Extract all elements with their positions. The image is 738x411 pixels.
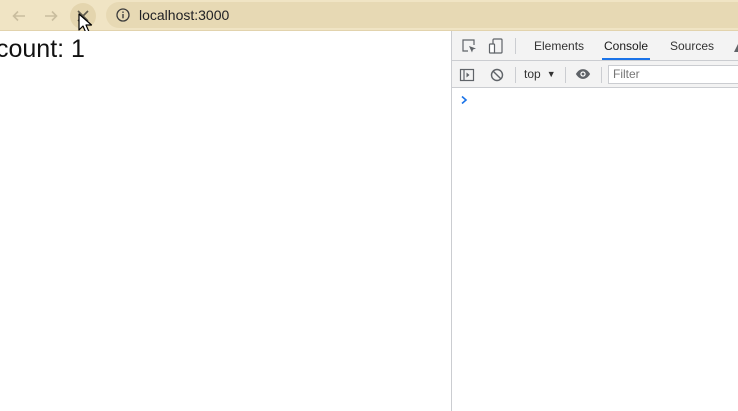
address-bar[interactable]: localhost:3000 [106,2,738,28]
filter-input[interactable]: Filter [608,65,738,84]
tab-sources[interactable]: Sources [668,31,716,60]
browser-toolbar: localhost:3000 [0,0,738,34]
toolbar-divider [515,67,516,83]
inspect-element-icon[interactable] [461,38,477,54]
console-prompt-icon [460,92,468,110]
toolbar-divider [601,67,602,83]
device-toolbar-icon[interactable] [488,38,504,54]
tab-console[interactable]: Console [602,31,651,60]
url-text: localhost:3000 [139,7,230,23]
context-selector-value: top [524,67,541,81]
devtools-panel: Elements Console Sources top ▼ Filter [451,31,738,411]
tab-elements[interactable]: Elements [532,31,586,60]
info-icon[interactable] [116,8,130,22]
devtools-tab-bar: Elements Console Sources [452,31,738,61]
console-output[interactable] [452,88,738,411]
stop-loading-button[interactable] [70,3,96,29]
page-viewport: count: 1 [0,31,451,411]
warning-icon[interactable] [733,40,738,52]
sidebar-toggle-icon[interactable] [459,67,475,83]
toolbar-divider [515,38,516,54]
forward-button[interactable] [38,3,64,29]
count-text: count: 1 [0,35,85,63]
dropdown-arrow-icon: ▼ [546,69,556,79]
console-toolbar: top ▼ Filter [452,61,738,88]
clear-console-icon[interactable] [489,67,505,83]
close-icon [76,9,90,23]
eye-icon[interactable] [575,66,591,82]
toolbar-divider [565,67,566,83]
arrow-right-icon [43,8,59,24]
context-selector[interactable]: top ▼ [524,66,556,82]
back-button[interactable] [6,3,32,29]
arrow-left-icon [11,8,27,24]
